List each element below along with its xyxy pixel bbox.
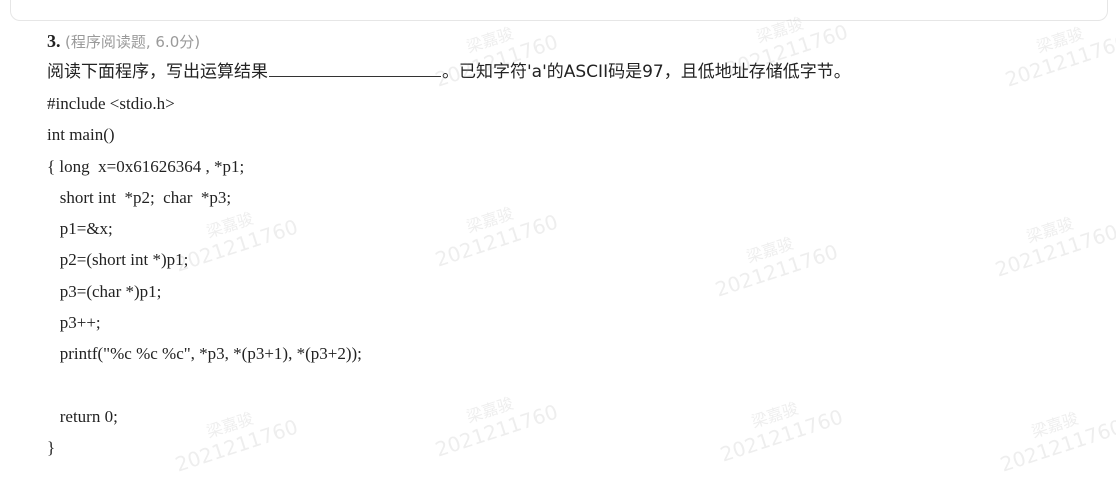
question-text-before: 阅读下面程序，写出运算结果 [47,62,268,82]
code-block: #include <stdio.h> int main() { long x=0x6… [47,88,1107,463]
code-line: { long x=0x61626364 , *p1; [47,156,245,176]
question-meta: (程序阅读题, 6.0分) [65,33,201,51]
code-line: p3=(char *)p1; [47,281,162,301]
code-line: return 0; [47,406,118,426]
answer-blank[interactable] [269,58,441,77]
code-line: p3++; [47,313,101,333]
code-line: } [47,437,56,457]
code-line: printf("%c %c %c", *p3, *(p3+1), *(p3+2)… [47,344,362,364]
question-number: 3. [47,31,61,51]
question-block: 3. (程序阅读题, 6.0分) 阅读下面程序，写出运算结果 。已知字符'a'的A… [47,26,1107,463]
question-text-after: 。已知字符'a'的ASCII码是97，且低地址存储低字节。 [442,62,851,82]
code-line: p2=(short int *)p1; [47,250,189,270]
question-text: 阅读下面程序，写出运算结果 。已知字符'a'的ASCII码是97，且低地址存储低字… [47,56,1107,88]
code-line: #include <stdio.h> [47,94,175,113]
question-header: 3. (程序阅读题, 6.0分) [47,26,1107,56]
code-line: int main() [47,125,115,145]
top-frame [10,0,1108,21]
code-line: short int *p2; char *p3; [47,187,232,207]
code-line: p1=&x; [47,219,113,239]
